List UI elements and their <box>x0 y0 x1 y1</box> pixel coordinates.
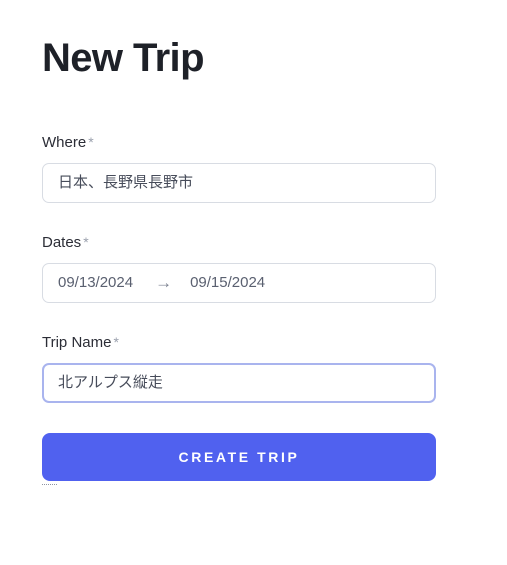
trip-name-input-value: 北アルプス縦走 <box>42 373 163 485</box>
end-date-input[interactable]: 09/15/2024 <box>190 273 265 293</box>
page-title: New Trip <box>42 36 205 80</box>
required-asterisk-trip-name: * <box>113 334 119 350</box>
create-trip-button[interactable]: CREATE TRIP <box>42 433 436 481</box>
new-trip-page: New Trip Where * 日本、長野県長野市 Dates * 09/13/2… <box>0 0 507 565</box>
label-trip-name-text: Trip Name <box>42 334 112 351</box>
label-where-text: Where <box>42 134 87 151</box>
dates-input[interactable]: 09/13/2024 → 09/15/2024 <box>42 263 436 303</box>
required-asterisk-dates: * <box>83 234 89 250</box>
label-where: Where * <box>42 132 436 153</box>
where-input[interactable]: 日本、長野県長野市 <box>42 163 436 203</box>
arrow-right-icon: → <box>155 273 173 292</box>
where-input-value: 日本、長野県長野市 <box>58 174 194 191</box>
field-group-dates: Dates * 09/13/2024 → 09/15/2024 <box>42 232 436 303</box>
field-group-where: Where * 日本、長野県長野市 <box>42 132 436 203</box>
new-trip-form: New Trip Where * 日本、長野県長野市 Dates * 09/13/2… <box>42 0 436 485</box>
date-range-row: 09/13/2024 → 09/15/2024 <box>58 273 420 293</box>
field-group-trip-name: Trip Name * 北アルプス縦走 <box>42 332 436 485</box>
ime-composition-text: 北アルプス縦走 <box>58 374 163 391</box>
label-trip-name: Trip Name * <box>42 332 436 353</box>
required-asterisk-where: * <box>88 134 94 150</box>
start-date-input[interactable]: 09/13/2024 <box>58 273 133 293</box>
label-dates-text: Dates <box>42 234 82 251</box>
trip-name-input[interactable]: 北アルプス縦走 <box>42 363 436 485</box>
ime-composition-underline <box>42 484 58 485</box>
label-dates: Dates * <box>42 232 436 253</box>
